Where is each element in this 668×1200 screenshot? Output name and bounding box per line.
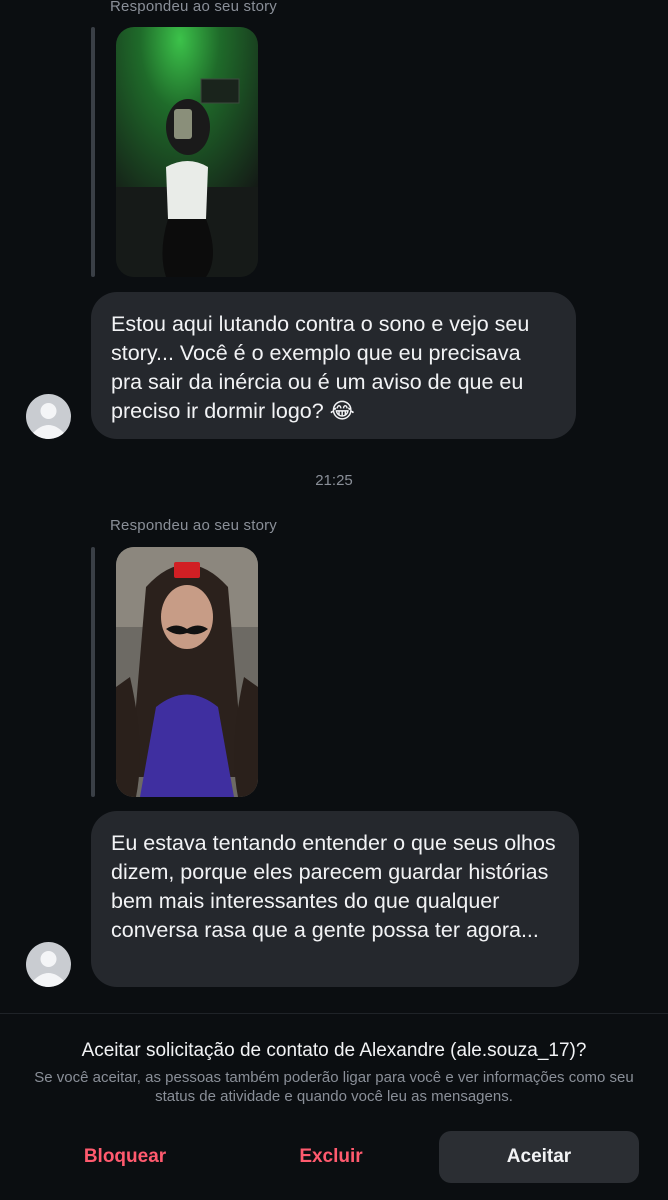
request-title: Aceitar solicitação de contato de Alexan…	[81, 1040, 587, 1061]
story-reply-label: Respondeu ao seu story	[110, 0, 278, 15]
story-reply-rule	[91, 27, 95, 277]
message-timestamp: 21:25	[315, 472, 353, 489]
request-description: Se você aceitar, as pessoas também poder…	[34, 1069, 634, 1105]
accept-button[interactable]: Aceitar	[439, 1131, 639, 1183]
footer-divider	[0, 1013, 668, 1014]
story-reply-rule	[91, 547, 95, 797]
block-button[interactable]: Bloquear	[30, 1131, 220, 1183]
story-thumbnail-gym[interactable]	[116, 27, 258, 277]
story-reply-label: Respondeu ao seu story	[110, 517, 278, 534]
story-image	[116, 27, 258, 277]
story-image	[116, 547, 258, 797]
message-bubble: Estou aqui lutando contra o sono e vejo …	[91, 292, 576, 439]
default-avatar-icon[interactable]	[26, 394, 71, 439]
story-thumbnail-portrait[interactable]	[116, 547, 258, 797]
default-avatar-icon[interactable]	[26, 942, 71, 987]
delete-button[interactable]: Excluir	[236, 1131, 426, 1183]
message-bubble: Eu estava tentando entender o que seus o…	[91, 811, 579, 987]
